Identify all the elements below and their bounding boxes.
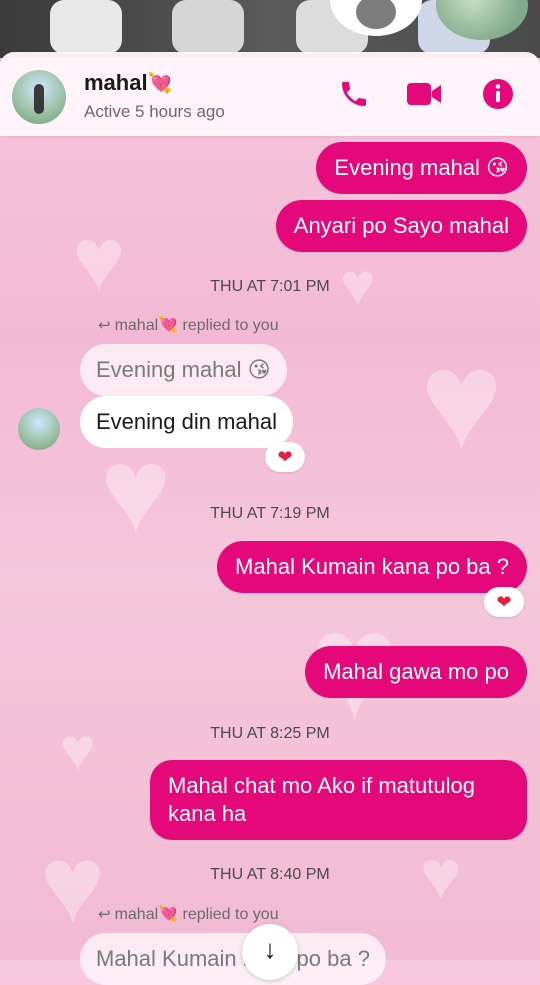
app-icon (50, 0, 122, 54)
background-heart: ♥ (100, 423, 172, 557)
outgoing-message[interactable]: Anyari po Sayo mahal (275, 200, 527, 252)
contact-status: Active 5 hours ago (84, 102, 225, 121)
reply-indicator-text: mahal💘 replied to you (114, 906, 279, 923)
reply-arrow-icon: ↩ (98, 317, 111, 334)
outgoing-message[interactable]: Mahal Kumain kana po ba ? (217, 541, 527, 593)
outgoing-message[interactable]: Mahal gawa mo po (305, 646, 527, 698)
app-icon (172, 0, 244, 54)
timestamp: THU AT 8:25 PM (210, 725, 330, 742)
sender-avatar[interactable] (18, 408, 60, 450)
outgoing-message[interactable]: Mahal chat mo Ako if matutulog kana ha (150, 760, 527, 840)
incoming-message[interactable]: Evening din mahal (80, 396, 294, 448)
video-call-icon (407, 83, 441, 105)
video-call-button[interactable] (406, 76, 442, 112)
reply-arrow-icon: ↩ (98, 906, 111, 923)
contact-avatar[interactable] (12, 70, 66, 124)
scroll-to-bottom-button[interactable]: ↓ (242, 924, 298, 980)
timestamp: THU AT 7:19 PM (210, 505, 330, 522)
outgoing-message[interactable]: Evening mahal 😘 (316, 142, 527, 194)
timestamp: THU AT 7:01 PM (210, 278, 330, 295)
contact-name-emoji: 💘 (147, 73, 173, 95)
reply-indicator: ↩ mahal💘 replied to you (98, 904, 279, 924)
reply-indicator-text: mahal💘 replied to you (114, 317, 279, 334)
reply-indicator: ↩ mahal💘 replied to you (98, 315, 279, 335)
background-heart: ♥ (40, 823, 106, 946)
message-line: Mahal chat mo Ako if matutulog (168, 773, 475, 798)
timestamp: THU AT 8:40 PM (210, 866, 330, 883)
message-line: kana ha (168, 801, 247, 826)
info-icon (483, 79, 513, 109)
reaction-heart[interactable]: ❤ (484, 587, 524, 617)
contact-name[interactable]: mahal💘 (84, 70, 173, 96)
avatar-figure (34, 84, 44, 114)
messenger-bubble-icon (356, 0, 396, 29)
phone-call-button[interactable] (336, 76, 372, 112)
info-button[interactable] (480, 76, 516, 112)
quoted-message[interactable]: Mahal Kumain kana po ba ? (80, 933, 386, 985)
reaction-heart[interactable]: ❤ (265, 442, 305, 472)
quoted-message[interactable]: Evening mahal 😘 (80, 344, 287, 396)
contact-name-text: mahal (84, 70, 148, 95)
arrow-down-icon: ↓ (263, 934, 277, 964)
chat-header: mahal💘 Active 5 hours ago (0, 52, 540, 136)
phone-icon (342, 82, 366, 106)
background-heart: ♥ (420, 321, 504, 478)
